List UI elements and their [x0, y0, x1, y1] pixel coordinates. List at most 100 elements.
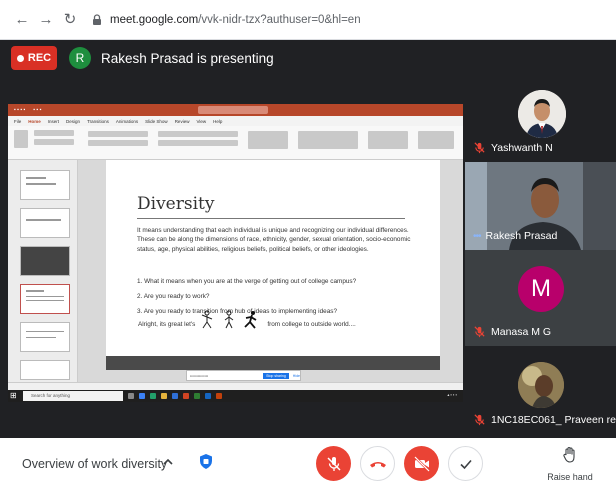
meeting-title[interactable]: Overview of work diversity: [22, 457, 167, 471]
taskbar-tray: ▴ ▪ ▪ ▪: [447, 392, 457, 397]
ribbon-tab: View: [196, 118, 207, 124]
participant-tile[interactable]: Yashwanth N: [465, 76, 616, 162]
ribbon-tab: Slide Show: [145, 118, 168, 124]
slide-footer-right: from college to outside world....: [267, 321, 356, 328]
shield-icon[interactable]: [199, 453, 213, 470]
mic-toggle-button[interactable]: [316, 446, 351, 481]
ribbon-control: [34, 130, 74, 136]
current-slide: Diversity It means understanding that ea…: [106, 160, 440, 370]
windows-taskbar: ⊞ Search for anything ▴ ▪ ▪ ▪: [8, 390, 463, 402]
ribbon-control: [368, 131, 408, 149]
sharing-toast: ▪▪▪▪▪▪▪▪▪▪▪▪▪▪▪▪ Stop sharing Hide: [186, 370, 301, 381]
camera-off-icon: [413, 455, 430, 472]
shared-screen-margin: [8, 402, 463, 434]
sharing-toast-text: ▪▪▪▪▪▪▪▪▪▪▪▪▪▪▪▪: [190, 373, 209, 378]
powerpoint-ribbon: [8, 126, 463, 160]
thumbnail-line: [26, 296, 64, 297]
ribbon-control: [158, 140, 238, 146]
person-photo-icon: [518, 90, 566, 138]
taskbar-app-icon: [139, 393, 145, 399]
presenter-avatar: R: [69, 47, 91, 69]
taskbar-app-icon: [150, 393, 156, 399]
thumbnail-line: [26, 183, 56, 185]
powerpoint-quick-access: ▪ ▪ ▪: [33, 107, 42, 113]
lock-icon[interactable]: [90, 13, 104, 27]
participant-avatar: [518, 90, 566, 138]
taskbar-app-icon: [161, 393, 167, 399]
slide-thumbnail: [20, 360, 70, 380]
rec-label: REC: [27, 52, 52, 64]
walker-figure-icon: [224, 310, 234, 329]
participant-name: Manasa M G: [491, 325, 552, 338]
forward-icon[interactable]: →: [36, 10, 56, 30]
captions-button[interactable]: [448, 446, 483, 481]
slide-title-rule: [137, 218, 405, 219]
hang-up-icon: [369, 461, 386, 467]
ribbon-tab: Transitions: [87, 118, 109, 124]
slide-bottom-band: [106, 356, 440, 370]
ribbon-control: [88, 140, 148, 146]
back-icon[interactable]: ←: [12, 10, 32, 30]
slide-thumbnail: [20, 170, 70, 200]
ribbon-control: [418, 131, 454, 149]
taskbar-search: Search for anything: [23, 391, 123, 401]
thumbnail-line: [26, 177, 46, 179]
powerpoint-statusbar: [8, 382, 463, 390]
shared-screen: ▪ ▪ ▪ ▪ ▪ ▪ ▪ File Home Insert Design Tr…: [8, 104, 463, 434]
ribbon-tab: Design: [66, 118, 81, 124]
slide-thumbnail: [20, 246, 70, 276]
hand-icon: [563, 446, 575, 463]
raise-hand-button[interactable]: Raise hand: [545, 446, 595, 482]
recording-badge: REC: [11, 46, 57, 70]
participant-avatar: M: [518, 266, 564, 312]
chevron-up-icon[interactable]: [161, 455, 175, 469]
participant-name: Rakesh Prasad: [485, 230, 558, 242]
end-call-button[interactable]: [360, 446, 395, 481]
taskbar-app-icon: [183, 393, 189, 399]
participant-name: Yashwanth N: [491, 141, 553, 154]
slide-footer-left: Alright, its great let's: [138, 321, 196, 328]
camera-toggle-button[interactable]: [404, 446, 439, 481]
taskbar-app-icon: [128, 393, 134, 399]
participant-name-row: Manasa M G: [473, 325, 551, 338]
dancer-figure-icon: [201, 310, 213, 329]
mic-off-icon: [474, 414, 485, 426]
participant-tile[interactable]: 1NC18EC061_ Praveen reddy: [465, 346, 616, 434]
stop-sharing-button: Stop sharing: [263, 372, 289, 379]
ribbon-tab: Review: [174, 118, 190, 124]
slide-thumbnail-panel: [8, 160, 78, 382]
paste-icon: [14, 130, 28, 148]
person-photo-icon: [518, 362, 564, 408]
participant-name: 1NC18EC061_ Praveen reddy: [491, 413, 616, 426]
runner-figure-icon: [244, 311, 257, 329]
mic-off-icon: [474, 326, 485, 338]
slide-title: Diversity: [137, 194, 215, 214]
taskbar-app-icon: [205, 393, 211, 399]
powerpoint-autosave: ▪ ▪ ▪ ▪: [14, 107, 26, 113]
taskbar-app-icon: [216, 393, 222, 399]
slide-thumbnail-selected: [20, 284, 70, 314]
thumbnail-line: [26, 219, 61, 221]
url-host: meet.google.com: [110, 13, 199, 26]
participant-name-row: ••• Rakesh Prasad: [473, 230, 557, 242]
meeting-controls-bar: Overview of work diversity Raise hand: [0, 438, 616, 486]
record-dot-icon: [16, 54, 24, 62]
thumbnail-line: [26, 290, 44, 292]
browser-toolbar: ← → ↻ meet.google.com/vvk-nidr-tzx?authu…: [0, 0, 616, 40]
participant-tile[interactable]: M Manasa M G: [465, 250, 616, 346]
slide-thumbnail: [20, 322, 70, 352]
address-bar[interactable]: meet.google.com/vvk-nidr-tzx?authuser=0&…: [110, 14, 361, 26]
slide-question: 1. What it means when you are at the ver…: [137, 278, 357, 285]
participant-tile[interactable]: ••• Rakesh Prasad: [465, 162, 616, 250]
powerpoint-search: [198, 106, 268, 114]
reload-icon[interactable]: ↻: [60, 10, 80, 30]
participant-name-row: Yashwanth N: [473, 141, 553, 154]
checkmark-icon: [459, 459, 472, 469]
powerpoint-ribbon-tabs: File Home Insert Design Transitions Anim…: [8, 116, 463, 126]
thumbnail-line: [26, 331, 64, 332]
ribbon-control: [298, 131, 358, 149]
taskbar-app-icon: [172, 393, 178, 399]
slide-definition: It means understanding that each individ…: [137, 227, 411, 253]
participant-name-row: 1NC18EC061_ Praveen reddy: [473, 413, 616, 426]
ribbon-tab: Insert: [47, 118, 60, 124]
